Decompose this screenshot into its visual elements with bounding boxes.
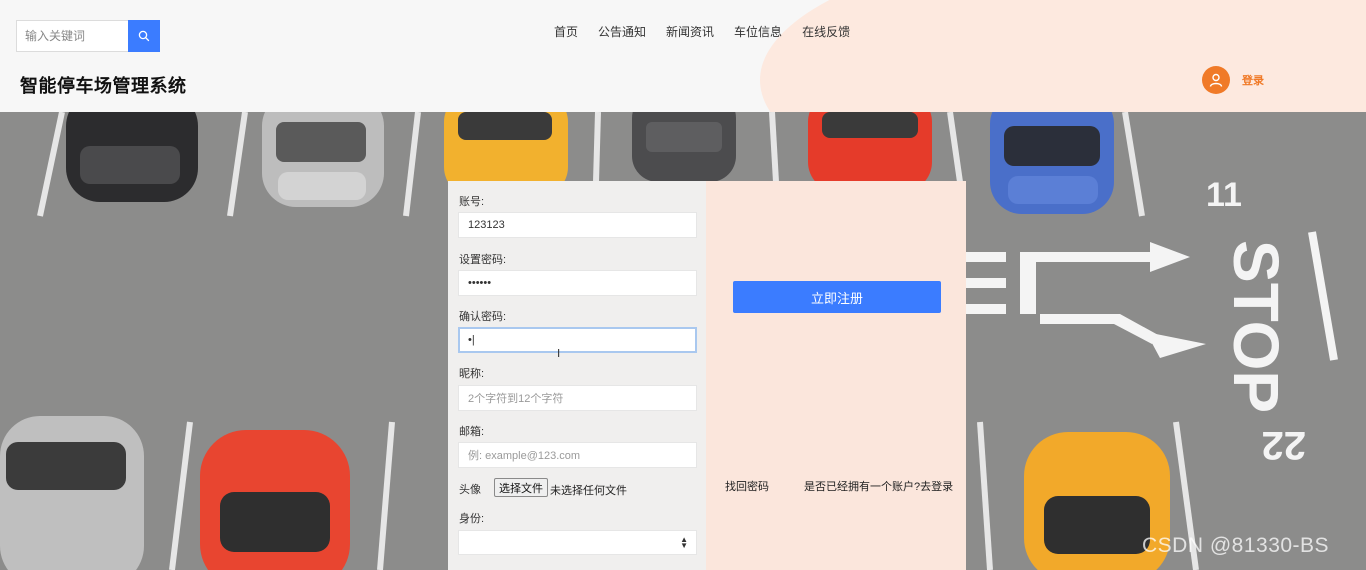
account-label: 账号: [459, 196, 485, 208]
road-marking-22: 22 [1262, 423, 1307, 467]
search-icon [138, 30, 150, 42]
nav-parking-spaces[interactable]: 车位信息 [724, 25, 792, 39]
nav-news[interactable]: 新闻资讯 [656, 25, 724, 39]
car-red-bottom [200, 430, 350, 570]
avatar-label: 头像 [459, 484, 481, 496]
text-cursor-icon: I [557, 347, 561, 360]
password-label: 设置密码: [459, 254, 507, 266]
car-dark-gray [632, 112, 736, 182]
file-status-text: 未选择任何文件 [550, 485, 627, 497]
confirm-password-input[interactable]: •| [458, 327, 697, 353]
search-input[interactable] [16, 20, 128, 52]
main-nav: 首页 公告通知 新闻资讯 车位信息 在线反馈 [554, 25, 860, 39]
road-marking-11: 11 [1206, 176, 1242, 214]
site-header: 首页 公告通知 新闻资讯 车位信息 在线反馈 智能停车场管理系统 登录 [0, 0, 1366, 112]
identity-label: 身份: [459, 513, 485, 525]
email-label: 邮箱: [459, 426, 485, 438]
nav-announcements[interactable]: 公告通知 [588, 25, 656, 39]
confirm-password-label: 确认密码: [459, 311, 507, 323]
site-title: 智能停车场管理系统 [20, 76, 187, 96]
user-icon [1209, 73, 1223, 87]
car-black [66, 112, 198, 202]
email-input[interactable]: 例: example@123.com [458, 442, 697, 468]
register-button[interactable]: 立即注册 [733, 281, 941, 313]
account-input[interactable]: 123123 [458, 212, 697, 238]
password-input[interactable]: •••••• [458, 270, 697, 296]
choose-file-button[interactable]: 选择文件 [494, 478, 548, 497]
nav-home[interactable]: 首页 [554, 25, 588, 39]
register-actions-panel [706, 181, 966, 570]
select-arrows-icon: ▲ ▼ [680, 535, 688, 550]
car-silver [262, 112, 384, 207]
road-marking-stop: STOP [1220, 240, 1292, 413]
header-decoration [760, 0, 1366, 112]
go-login-link[interactable]: 是否已经拥有一个账户?去登录 [804, 478, 953, 494]
login-link[interactable]: 登录 [1242, 72, 1264, 88]
car-silver-bottom [0, 416, 144, 570]
watermark: CSDN @81330-BS [1142, 534, 1330, 557]
car-blue [990, 112, 1114, 214]
nav-feedback[interactable]: 在线反馈 [792, 25, 860, 39]
user-avatar[interactable] [1202, 66, 1230, 94]
search-bar [16, 20, 160, 52]
forgot-password-link[interactable]: 找回密码 [725, 478, 769, 494]
nickname-input[interactable]: 2个字符到12个字符 [458, 385, 697, 411]
nickname-label: 昵称: [459, 368, 485, 380]
login-area[interactable]: 登录 [1202, 66, 1264, 94]
register-form-panel [448, 181, 706, 570]
car-red [808, 112, 932, 192]
search-button[interactable] [128, 20, 160, 52]
identity-select[interactable]: ▲ ▼ [458, 530, 697, 555]
